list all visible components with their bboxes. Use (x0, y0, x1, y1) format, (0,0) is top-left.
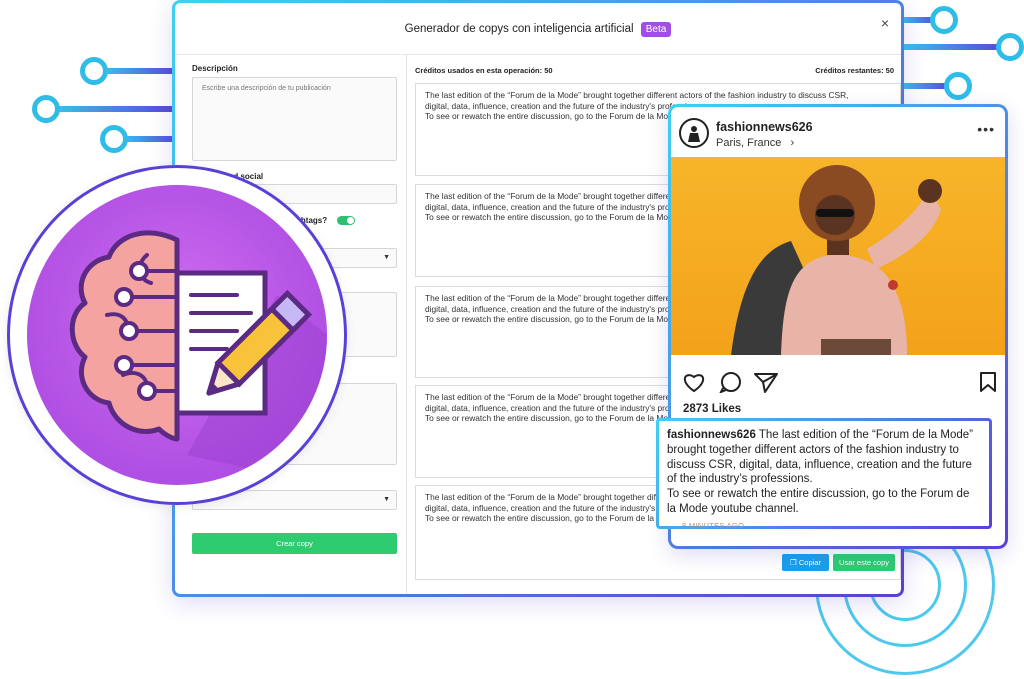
hashtags-toggle[interactable] (337, 216, 355, 225)
modal-header: Generador de copys con inteligencia arti… (175, 22, 901, 37)
brain-circle-bg (27, 185, 327, 485)
share-icon[interactable] (754, 373, 778, 393)
post-photo (671, 157, 1005, 355)
caption-text-2: To see or rewatch the entire discussion,… (667, 488, 970, 515)
connector-node (944, 72, 972, 100)
bookmark-icon[interactable] (979, 371, 997, 398)
credits-used: Créditos usados en esta operación: 50 (415, 66, 553, 75)
chevron-right-icon: › (790, 137, 795, 149)
connector-node (32, 95, 60, 123)
credits-left: Créditos restantes: 50 (815, 66, 894, 75)
chevron-down-icon: ▼ (383, 496, 390, 503)
ai-brain-illustration (7, 165, 347, 505)
heart-icon[interactable] (684, 374, 704, 393)
connector-line (100, 68, 180, 74)
description-label: Descripción (192, 64, 238, 73)
location-text: Paris, France (716, 137, 782, 149)
modal-title: Generador de copys con inteligencia arti… (404, 23, 634, 35)
connector-line (900, 44, 1008, 50)
post-timestamp: 8 MINUTES AGO (682, 520, 745, 530)
connector-line (50, 106, 180, 112)
copy-icon: ❐ (790, 558, 797, 567)
create-copy-button[interactable]: Crear copy (192, 533, 397, 554)
post-caption: fashionnews626 The last edition of the “… (656, 418, 992, 530)
connector-node (996, 33, 1024, 61)
brain-writing-icon (69, 230, 327, 485)
column-divider (406, 54, 407, 594)
avatar[interactable] (679, 118, 709, 148)
post-actions (683, 371, 783, 398)
connector-line (120, 136, 180, 142)
use-copy-button[interactable]: Usar este copy (833, 554, 895, 571)
beta-badge: Beta (640, 22, 672, 37)
fashion-logo-icon (688, 126, 700, 142)
more-options-icon[interactable]: ••• (977, 121, 995, 137)
description-textarea[interactable]: Escribe una descripción de tu publicació… (192, 77, 397, 161)
connector-node (930, 6, 958, 34)
connector-node (100, 125, 128, 153)
copy-button-label: Copiar (798, 558, 821, 567)
copy-button[interactable]: ❐ Copiar (782, 554, 829, 571)
caption-username[interactable]: fashionnews626 (667, 429, 756, 441)
copy-line: The last edition of the “Forum de la Mod… (425, 90, 849, 100)
connector-node (80, 57, 108, 85)
post-action-icons (684, 372, 778, 394)
post-username[interactable]: fashionnews626 (716, 120, 813, 134)
likes-count[interactable]: 2873 Likes (683, 403, 741, 415)
description-placeholder: Escribe una descripción de tu publicació… (202, 85, 331, 92)
header-divider (175, 54, 901, 55)
comment-icon[interactable] (718, 372, 741, 394)
post-location[interactable]: Paris, France › (716, 137, 794, 149)
close-icon[interactable]: × (881, 15, 889, 31)
chevron-down-icon: ▼ (383, 254, 390, 261)
fashion-model-image (731, 165, 942, 355)
